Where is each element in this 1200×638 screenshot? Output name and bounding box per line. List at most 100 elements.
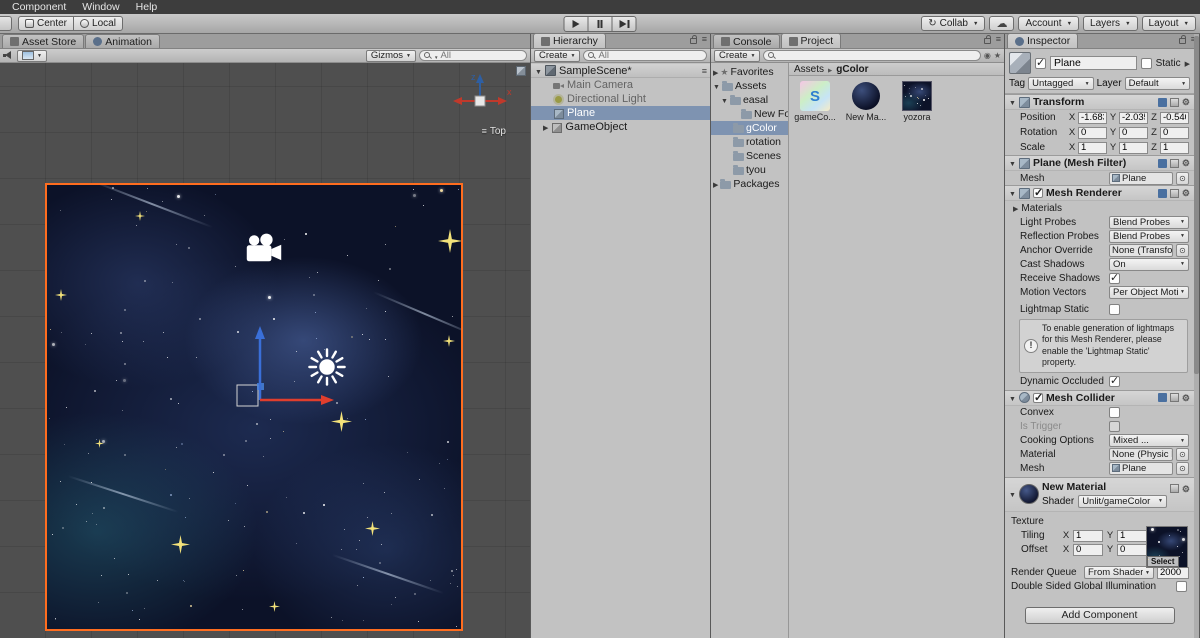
position-z-input[interactable] — [1160, 111, 1189, 124]
preset-icon[interactable] — [1169, 97, 1179, 107]
add-component-button[interactable]: Add Component — [1024, 606, 1175, 624]
material-header[interactable]: New Material Shader Unlit/gameColor — [1005, 477, 1194, 512]
hierarchy-search[interactable] — [583, 50, 707, 61]
preset-icon[interactable] — [1169, 158, 1179, 168]
tab-hierarchy[interactable]: Hierarchy — [533, 33, 606, 48]
docs-icon[interactable] — [1157, 188, 1167, 198]
scene-viewport[interactable]: x z Top — [0, 63, 530, 638]
gear-icon[interactable] — [1182, 483, 1190, 495]
view-angle-label[interactable]: Top — [482, 126, 506, 137]
tree-item-gcolor[interactable]: gColor — [711, 121, 788, 135]
cast-shadows-dropdown[interactable]: On — [1109, 257, 1189, 271]
render-queue-dropdown[interactable]: From Shader — [1084, 566, 1154, 580]
docs-icon[interactable] — [1157, 158, 1167, 168]
search-by-type-icon[interactable]: ◉ — [984, 51, 991, 60]
convex-checkbox[interactable] — [1109, 407, 1120, 419]
tiling-y-input[interactable] — [1117, 529, 1147, 542]
tree-item-tyou[interactable]: tyou — [711, 163, 788, 177]
y-axis-arrowhead[interactable] — [255, 326, 265, 339]
panel-menu-icon[interactable] — [996, 33, 1001, 45]
layers-button[interactable]: Layers — [1083, 16, 1138, 31]
preset-icon[interactable] — [1169, 393, 1179, 403]
rotation-z-input[interactable] — [1160, 126, 1189, 139]
plane-object[interactable] — [45, 183, 463, 631]
component-enabled-checkbox[interactable] — [1032, 186, 1043, 199]
foldout-open-icon[interactable] — [1009, 157, 1016, 169]
foldout-closed-icon[interactable] — [713, 66, 718, 78]
camera-gizmo-icon[interactable] — [243, 233, 285, 265]
position-x-input[interactable] — [1078, 111, 1107, 124]
offset-y-input[interactable] — [1117, 543, 1147, 556]
panel-menu-icon[interactable] — [702, 33, 707, 45]
orientation-gizmo[interactable]: x z — [448, 67, 512, 131]
foldout-open-icon[interactable] — [1009, 96, 1016, 108]
tag-dropdown[interactable]: Untagged — [1028, 77, 1094, 90]
collider-mesh-field[interactable]: Plane — [1109, 461, 1173, 475]
hierarchy-item-plane[interactable]: Plane — [531, 106, 710, 120]
scene-menu-icon[interactable] — [702, 65, 707, 77]
pivot-local-button[interactable]: Local — [73, 16, 123, 31]
offset-x-input[interactable] — [1073, 543, 1103, 556]
object-picker-icon[interactable] — [1176, 448, 1189, 462]
mesh-filter-header[interactable]: Plane (Mesh Filter) — [1005, 156, 1194, 171]
step-button[interactable] — [611, 16, 637, 32]
gizmo-center-cube[interactable] — [474, 95, 486, 107]
pause-button[interactable] — [587, 16, 613, 32]
docs-icon[interactable] — [1157, 97, 1167, 107]
component-enabled-checkbox[interactable] — [1032, 391, 1043, 404]
cloud-button[interactable] — [989, 16, 1015, 31]
gear-icon[interactable] — [1182, 392, 1190, 404]
menu-component[interactable]: Component — [4, 0, 74, 14]
foldout-closed-icon[interactable] — [713, 178, 718, 190]
hierarchy-item-main-camera[interactable]: Main Camera — [531, 78, 710, 92]
foldout-open-icon[interactable] — [721, 94, 728, 106]
foldout-open-icon[interactable] — [1009, 488, 1016, 500]
preset-icon[interactable] — [1169, 484, 1179, 494]
hierarchy-item-directional-light[interactable]: Directional Light — [531, 92, 710, 106]
dsgi-checkbox[interactable] — [1176, 581, 1187, 593]
project-search-input[interactable] — [778, 50, 976, 61]
tree-item-packages[interactable]: Packages — [711, 177, 788, 191]
tree-item-easal[interactable]: easal — [711, 93, 788, 107]
z-axis-cone[interactable] — [476, 74, 484, 83]
breadcrumb-current[interactable]: gColor — [836, 64, 868, 75]
menu-window[interactable]: Window — [74, 0, 127, 14]
asset-gamecolor-shader[interactable]: S gameCo... — [793, 81, 837, 122]
audio-toggle-icon[interactable] — [3, 51, 14, 60]
tab-project[interactable]: Project — [780, 33, 842, 48]
lightmap-static-checkbox[interactable] — [1109, 303, 1120, 315]
motion-vectors-dropdown[interactable]: Per Object Motion — [1109, 285, 1189, 299]
tab-asset-store[interactable]: Asset Store — [2, 34, 85, 48]
account-button[interactable]: Account — [1018, 16, 1080, 31]
tiling-x-input[interactable] — [1073, 529, 1103, 542]
materials-foldout-row[interactable]: Materials — [1005, 201, 1194, 215]
layout-button[interactable]: Layout — [1141, 16, 1196, 31]
scale-y-input[interactable] — [1119, 141, 1148, 154]
move-gizmo[interactable] — [197, 323, 337, 443]
texture-preview[interactable]: Select — [1146, 525, 1188, 568]
hierarchy-item-gameobject[interactable]: GameObject — [531, 120, 710, 134]
scrollbar-thumb[interactable] — [1194, 36, 1199, 375]
position-y-input[interactable] — [1119, 111, 1148, 124]
collab-button[interactable]: Collab — [921, 16, 986, 31]
asset-new-material[interactable]: New Ma... — [844, 81, 888, 122]
project-create-button[interactable]: Create — [714, 49, 761, 62]
lock-icon[interactable] — [689, 35, 697, 44]
project-search[interactable] — [763, 50, 981, 61]
active-checkbox[interactable] — [1035, 56, 1046, 69]
hierarchy-create-button[interactable]: Create — [534, 49, 581, 62]
menu-help[interactable]: Help — [128, 0, 166, 14]
search-by-label-icon[interactable]: ★ — [994, 51, 1001, 60]
layer-dropdown[interactable]: Default — [1124, 77, 1191, 90]
transform-header[interactable]: Transform — [1005, 95, 1194, 110]
name-field[interactable] — [1050, 56, 1137, 70]
mesh-object-field[interactable]: Plane — [1109, 171, 1173, 185]
rotation-y-input[interactable] — [1119, 126, 1148, 139]
tree-item-rotation[interactable]: rotation — [711, 135, 788, 149]
x-neg-axis-cone[interactable] — [453, 97, 462, 105]
preset-icon[interactable] — [1169, 188, 1179, 198]
mesh-renderer-header[interactable]: Mesh Renderer — [1005, 186, 1194, 201]
pivot-center-button[interactable]: Center — [18, 16, 75, 31]
foldout-open-icon[interactable] — [535, 65, 542, 77]
foldout-open-icon[interactable] — [1009, 187, 1016, 199]
